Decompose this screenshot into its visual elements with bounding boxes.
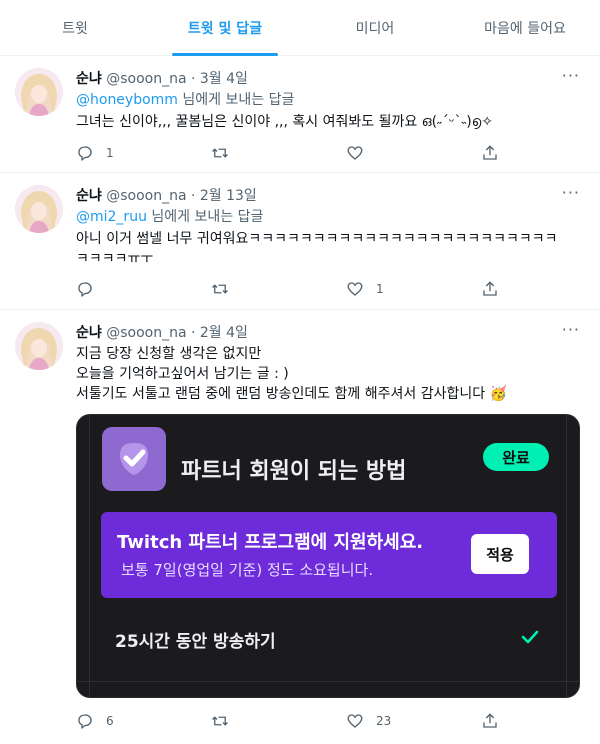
- tweet-text: 그녀는 신이야,,, 꿀봄님은 신이야 ,,, 혹시 여줘봐도 될까요 ഒ(˶ˊ…: [76, 114, 493, 130]
- reply-icon: [78, 146, 92, 162]
- tweet-text: 지금 당장 신청할 생각은 없지만: [76, 346, 262, 362]
- partner-program-box: Twitch 파트너 프로그램에 지원하세요. 보통 7일(영업일 기준) 정도…: [101, 512, 557, 598]
- avatar[interactable]: [15, 322, 63, 370]
- handle-and-date[interactable]: @sooon_na · 3월 4일: [106, 71, 248, 87]
- checkmark-shield-icon: [102, 427, 166, 491]
- retweet-icon: [212, 284, 228, 294]
- tweet-actions: 1: [76, 144, 500, 164]
- image-title: 파트너 회원이 되는 방법: [181, 459, 407, 484]
- reply-count: 6: [106, 714, 114, 728]
- check-icon: [519, 626, 541, 652]
- tab-tweets[interactable]: 트윗: [0, 0, 150, 55]
- tab-label: 트윗 및 답글: [187, 20, 263, 37]
- share-icon: [483, 281, 497, 296]
- reply-label: 님에게 보내는 답글: [177, 92, 295, 108]
- heart-icon: [347, 282, 363, 296]
- tab-label: 미디어: [355, 20, 395, 37]
- task-label: 25시간 동안 방송하기: [115, 632, 276, 652]
- display-name[interactable]: 순냐: [76, 188, 102, 204]
- tweet[interactable]: 순냐 @sooon_na · 2월 13일 ··· @mi2_ruu 님에게 보…: [0, 173, 600, 310]
- reply-button[interactable]: 1: [76, 144, 114, 162]
- tab-label: 마음에 들어요: [484, 20, 566, 37]
- reply-button[interactable]: [76, 280, 106, 298]
- reply-context: @honeybomm 님에게 보내는 답글: [76, 90, 294, 110]
- tab-likes[interactable]: 마음에 들어요: [450, 0, 600, 55]
- tweet-text: 아니 이거 썸넬 너무 귀여워요ㅋㅋㅋㅋㅋㅋㅋㅋㅋㅋㅋㅋㅋㅋㅋㅋㅋㅋㅋㅋㅋㅋㅋㅋ: [76, 231, 558, 247]
- tab-label: 트윗: [62, 20, 88, 37]
- share-button[interactable]: [481, 280, 511, 298]
- like-count: 23: [376, 714, 392, 728]
- more-options-icon[interactable]: ···: [562, 320, 580, 339]
- display-name[interactable]: 순냐: [76, 71, 102, 87]
- profile-tabs: 트윗 트윗 및 답글 미디어 마음에 들어요: [0, 0, 600, 56]
- retweet-icon: [212, 148, 228, 158]
- retweet-button[interactable]: [211, 280, 241, 298]
- reply-icon: [78, 282, 92, 298]
- program-subtitle: 보통 7일(영업일 기준) 정도 소요됩니다.: [121, 561, 374, 579]
- like-button[interactable]: 1: [346, 280, 384, 298]
- heart-icon: [347, 714, 363, 728]
- mention-link[interactable]: @honeybomm: [76, 92, 178, 108]
- tab-tweets-and-replies[interactable]: 트윗 및 답글: [150, 0, 300, 56]
- reply-context: @mi2_ruu 님에게 보내는 답글: [76, 207, 263, 227]
- tweet-actions: 1: [76, 280, 500, 300]
- tweet-header: 순냐 @sooon_na · 3월 4일: [76, 68, 248, 88]
- tweet-text: 오늘을 기억하고싶어서 남기는 글 : ): [76, 366, 289, 382]
- divider: [77, 681, 579, 682]
- tweet-header: 순냐 @sooon_na · 2월 4일: [76, 322, 248, 342]
- avatar[interactable]: [15, 185, 63, 233]
- tweet-header: 순냐 @sooon_na · 2월 13일: [76, 185, 257, 205]
- tweet-actions: 6 23: [76, 712, 500, 732]
- tab-media[interactable]: 미디어: [300, 0, 450, 55]
- share-icon: [483, 145, 497, 160]
- mention-link[interactable]: @mi2_ruu: [76, 209, 147, 225]
- tweet-text: 서툴기도 서툴고 랜덤 중에 랜덤 방송인데도 함께 해주셔서 감사합니다 🥳: [76, 386, 508, 402]
- share-button[interactable]: [481, 144, 511, 162]
- like-button[interactable]: 23: [346, 712, 391, 730]
- reply-label: 님에게 보내는 답글: [146, 209, 264, 225]
- retweet-button[interactable]: [211, 144, 241, 162]
- heart-icon: [347, 146, 363, 160]
- attached-image[interactable]: 파트너 회원이 되는 방법 완료 Twitch 파트너 프로그램에 지원하세요.…: [76, 414, 580, 698]
- like-count: 1: [376, 282, 384, 296]
- like-button[interactable]: [346, 144, 376, 162]
- display-name[interactable]: 순냐: [76, 325, 102, 341]
- tweet[interactable]: 순냐 @sooon_na · 3월 4일 ··· @honeybomm 님에게 …: [0, 56, 600, 173]
- handle-and-date[interactable]: @sooon_na · 2월 4일: [106, 325, 248, 341]
- apply-button: 적용: [471, 534, 529, 574]
- retweet-button[interactable]: [211, 712, 241, 730]
- complete-badge: 완료: [483, 443, 549, 471]
- program-title: Twitch 파트너 프로그램에 지원하세요.: [117, 532, 424, 553]
- retweet-icon: [212, 716, 228, 726]
- reply-count: 1: [106, 146, 114, 160]
- more-options-icon[interactable]: ···: [562, 66, 580, 85]
- more-options-icon[interactable]: ···: [562, 183, 580, 202]
- handle-and-date[interactable]: @sooon_na · 2월 13일: [106, 188, 257, 204]
- avatar[interactable]: [15, 68, 63, 116]
- reply-button[interactable]: 6: [76, 712, 114, 730]
- reply-icon: [78, 714, 92, 730]
- tweet-text: ㅋㅋㅋㅋㅠㅜ: [76, 251, 154, 267]
- share-button[interactable]: [481, 712, 511, 730]
- share-icon: [483, 713, 497, 728]
